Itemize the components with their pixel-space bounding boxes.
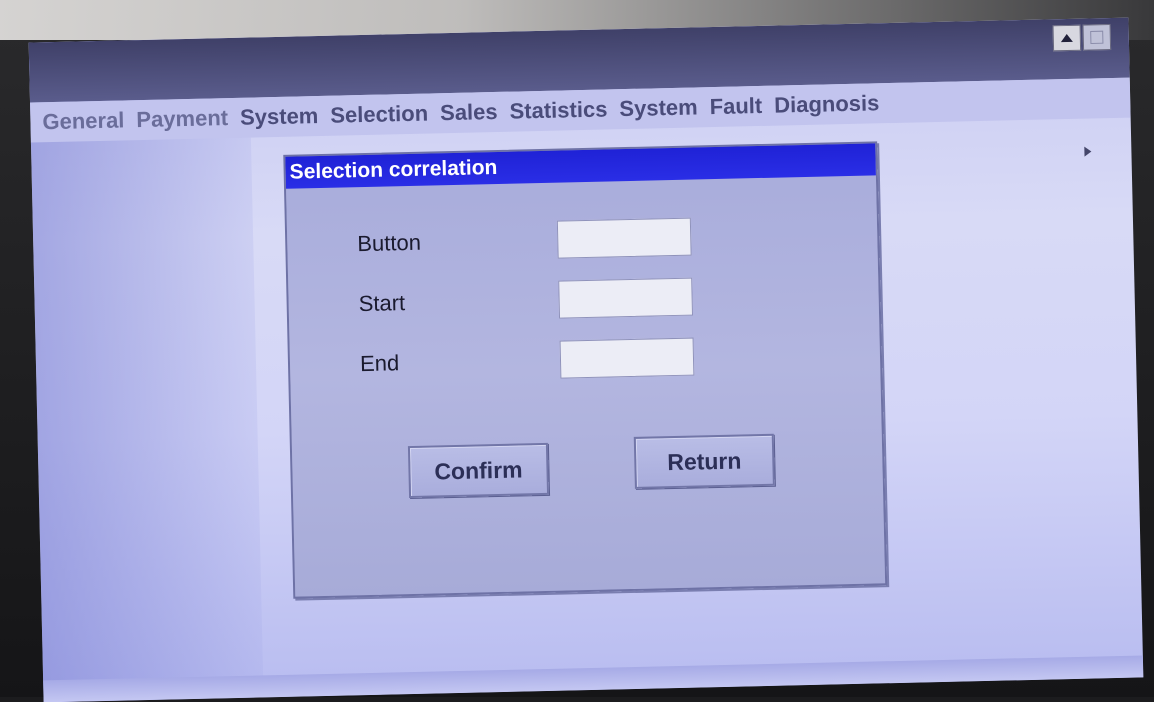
return-button[interactable]: Return xyxy=(633,433,775,489)
end-field-row: End xyxy=(360,337,721,385)
selection-correlation-dialog: Selection correlation Button Start End C… xyxy=(283,141,888,599)
menu-item-statistics[interactable]: Statistics xyxy=(509,96,607,124)
menu-item-sales[interactable]: Sales xyxy=(440,99,498,126)
up-arrow-icon xyxy=(1060,34,1073,43)
menu-item-payment[interactable]: Payment xyxy=(136,105,228,133)
pointer-icon xyxy=(1084,146,1092,157)
start-input[interactable] xyxy=(558,277,694,319)
dialog-title: Selection correlation xyxy=(285,143,876,189)
button-field-row: Button xyxy=(357,217,718,265)
menu-item-system-2[interactable]: System xyxy=(619,94,698,122)
start-field-row: Start xyxy=(358,277,719,325)
button-label: Button xyxy=(357,229,422,257)
window-box-button[interactable] xyxy=(1082,24,1112,51)
menu-item-system[interactable]: System xyxy=(240,103,319,131)
start-label: Start xyxy=(358,290,406,317)
menu-item-fault[interactable]: Fault xyxy=(709,93,762,120)
window-controls xyxy=(1052,24,1112,52)
menu-item-diagnosis[interactable]: Diagnosis xyxy=(774,90,880,118)
menu-item-general[interactable]: General xyxy=(42,107,125,135)
scroll-up-button[interactable] xyxy=(1052,24,1082,52)
end-input[interactable] xyxy=(559,337,695,379)
blank-box-icon xyxy=(1090,30,1104,44)
menu-item-selection[interactable]: Selection xyxy=(330,101,428,129)
confirm-button[interactable]: Confirm xyxy=(407,442,550,499)
button-input[interactable] xyxy=(556,217,692,259)
end-label: End xyxy=(359,350,400,377)
touch-screen: General Payment System Selection Sales S… xyxy=(28,17,1144,702)
